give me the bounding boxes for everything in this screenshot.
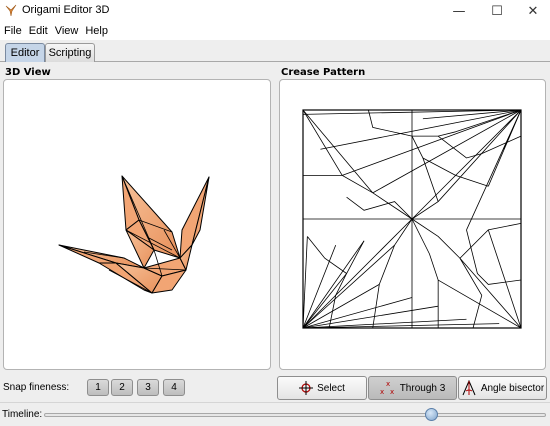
crease-line: [466, 229, 522, 285]
snap-3-button[interactable]: 3: [137, 379, 159, 396]
crane-facet: [58, 244, 117, 264]
menu-bar: File Edit View Help: [0, 22, 550, 40]
snap-4-button[interactable]: 4: [163, 379, 185, 396]
crease-line: [302, 323, 500, 329]
crease-pattern-panel[interactable]: [279, 79, 546, 370]
title-bar: Origami Editor 3D — ☐ ✕: [0, 0, 550, 22]
three-points-icon: x x x: [380, 380, 394, 396]
view3d-panel[interactable]: [3, 79, 271, 370]
view3d-label: 3D View: [5, 67, 51, 78]
crease-line: [503, 109, 522, 150]
menu-view[interactable]: View: [55, 25, 79, 37]
close-button[interactable]: ✕: [516, 0, 550, 22]
svg-text:x: x: [386, 380, 390, 388]
crease-line: [459, 258, 483, 329]
crease-pattern-drawing[interactable]: [280, 80, 545, 369]
crease-line: [302, 109, 343, 176]
crease-pattern-label: Crease Pattern: [281, 67, 366, 78]
svg-text:x: x: [390, 388, 394, 396]
menu-edit[interactable]: Edit: [29, 25, 48, 37]
angle-bisector-tool-button[interactable]: Angle bisector: [458, 376, 547, 400]
timeline-track[interactable]: [44, 413, 546, 417]
crease-line: [302, 109, 374, 194]
crane-facet: [179, 176, 210, 259]
snap-fineness-label: Snap fineness:: [3, 382, 70, 393]
origami-crane-model[interactable]: [4, 80, 270, 369]
through3-tool-button[interactable]: x x x Through 3: [368, 376, 457, 400]
timeline-label: Timeline:: [2, 409, 43, 420]
crease-line: [302, 245, 337, 329]
bottom-toolbar: Snap fineness: 1 2 3 4 Select x x x Thro…: [0, 374, 550, 402]
select-tool-button[interactable]: Select: [277, 376, 367, 400]
maximize-button[interactable]: ☐: [480, 0, 514, 22]
angle-bisector-icon: [462, 380, 476, 396]
menu-file[interactable]: File: [4, 25, 22, 37]
crease-line: [303, 175, 413, 220]
tab-strip: Editor Scripting: [0, 40, 550, 62]
crease-line: [302, 240, 365, 329]
minimize-icon: —: [452, 3, 466, 19]
select-tool-label: Select: [317, 382, 345, 394]
minimize-button[interactable]: —: [442, 0, 476, 22]
crosshair-icon: [299, 381, 314, 395]
angle-bisector-tool-label: Angle bisector: [480, 382, 545, 394]
crease-line: [411, 218, 439, 328]
svg-text:x: x: [380, 388, 384, 396]
through3-tool-label: Through 3: [399, 382, 446, 394]
crease-line: [459, 257, 522, 329]
tab-scripting[interactable]: Scripting: [45, 43, 95, 62]
timeline-slider-thumb[interactable]: [424, 408, 438, 421]
app-logo-icon: [5, 4, 17, 17]
close-icon: ✕: [527, 3, 539, 19]
window-title: Origami Editor 3D: [22, 4, 110, 16]
snap-2-button[interactable]: 2: [111, 379, 133, 396]
crease-line: [346, 196, 413, 220]
crease-line: [411, 109, 522, 220]
crease-line: [302, 273, 347, 329]
crease-line: [302, 218, 413, 329]
snap-1-button[interactable]: 1: [87, 379, 109, 396]
tab-editor[interactable]: Editor: [5, 43, 45, 62]
crease-line: [302, 236, 308, 329]
crease-line: [487, 229, 522, 329]
crease-line: [342, 109, 522, 176]
editor-content: 3D View Crease Pattern: [0, 62, 550, 374]
timeline-bar: Timeline:: [0, 402, 550, 426]
maximize-icon: ☐: [491, 3, 503, 19]
crease-line: [372, 109, 522, 194]
menu-help[interactable]: Help: [85, 25, 108, 37]
